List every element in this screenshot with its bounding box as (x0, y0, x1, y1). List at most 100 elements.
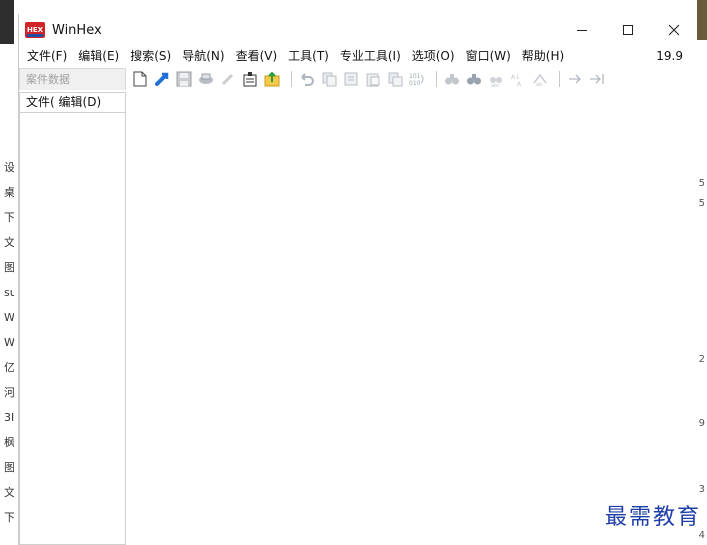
export-button[interactable] (263, 70, 281, 88)
bg-num: 9 (698, 418, 705, 429)
background-window-left-dark (0, 0, 14, 44)
svg-text:ab: ab (536, 82, 542, 87)
cut-icon (344, 72, 358, 86)
bg-num: 5 (698, 178, 705, 189)
open-file-button[interactable] (153, 70, 171, 88)
version-label: 19.9 (656, 49, 683, 63)
bg-num: 2 (698, 354, 705, 365)
bg-char: 设 (4, 161, 14, 174)
find-next-button[interactable]: ab (531, 70, 549, 88)
pen-icon (221, 73, 234, 86)
bg-char: 桌 (4, 186, 14, 199)
bg-char: 枫 (4, 436, 14, 449)
svg-text:A: A (517, 81, 522, 87)
save-icon (176, 71, 192, 87)
case-tree[interactable] (20, 113, 125, 544)
undo-icon (301, 73, 314, 86)
menu-file[interactable]: 文件(F) (23, 46, 71, 66)
export-icon (264, 71, 280, 87)
minimize-icon (577, 29, 587, 31)
menu-bar: 文件(F) 编辑(E) 搜索(S) 导航(N) 查看(V) 工具(T) 专业工具… (19, 46, 697, 66)
background-left-chars: 设 桌 下 文 图 su W W 亿 河 3I 枫 图 文 下 (4, 160, 14, 526)
bg-char: 文 (4, 486, 14, 499)
find-next-icon: ab (533, 73, 547, 87)
panel-menu-file[interactable]: 文件( (26, 95, 55, 109)
panel-menu-edit[interactable]: 编辑(D) (59, 95, 102, 109)
menu-edit[interactable]: 编辑(E) (74, 46, 123, 66)
binary-icon: 101010 (409, 73, 424, 87)
svg-text:A↓: A↓ (511, 74, 520, 81)
menu-specialist-tools[interactable]: 专业工具(I) (336, 46, 405, 66)
menu-tools[interactable]: 工具(T) (284, 46, 333, 66)
window-controls (559, 14, 697, 46)
bg-char: W (4, 336, 14, 349)
menu-window[interactable]: 窗口(W) (462, 46, 515, 66)
bg-char: 下 (4, 211, 14, 224)
paste-button[interactable] (364, 70, 382, 88)
properties-button[interactable] (241, 70, 259, 88)
binoculars-icon (445, 74, 459, 85)
bg-char: 图 (4, 461, 14, 474)
undo-button[interactable] (298, 70, 316, 88)
new-file-button[interactable] (131, 70, 149, 88)
replace-hex-icon: A↓A (511, 74, 522, 87)
menu-navigation[interactable]: 导航(N) (178, 46, 228, 66)
bg-char: W (4, 311, 14, 324)
arrow-right-icon (569, 74, 581, 84)
bg-char: 下 (4, 511, 14, 524)
bg-char: 亿 (4, 361, 14, 374)
maximize-button[interactable] (605, 14, 651, 46)
properties-icon (243, 72, 257, 87)
close-button[interactable] (651, 14, 697, 46)
case-data-panel: 文件( 编辑(D) (19, 92, 126, 545)
cut-button[interactable] (342, 70, 360, 88)
svg-text:010: 010 (409, 80, 421, 87)
minimize-button[interactable] (559, 14, 605, 46)
bg-char: 河 (4, 386, 14, 399)
find-hex-button[interactable] (465, 70, 483, 88)
maximize-icon (623, 25, 633, 35)
menu-view[interactable]: 查看(V) (232, 46, 282, 66)
replace-icon: abc (490, 77, 502, 87)
paste-special-button[interactable] (386, 70, 404, 88)
menu-search[interactable]: 搜索(S) (126, 46, 175, 66)
svg-text:abc: abc (491, 83, 500, 87)
copy-icon (322, 72, 337, 87)
go-end-button[interactable] (588, 70, 606, 88)
toolbar-separator (291, 71, 292, 87)
binoculars-hex-icon (467, 74, 481, 85)
bg-num: 3 (698, 484, 705, 495)
new-file-icon (133, 71, 147, 87)
toolbar-separator (559, 71, 560, 87)
arrow-right-end-icon (590, 74, 604, 84)
binary-button[interactable]: 101 010 (408, 70, 426, 88)
toolbar-separator (436, 71, 437, 87)
bg-num: 5 (698, 198, 705, 209)
svg-text:101: 101 (409, 73, 421, 80)
winhex-window: HEX WinHex 文件(F) 编辑(E) 搜索(S) 导航(N) 查看(V)… (18, 14, 697, 545)
bg-char: su (4, 286, 14, 299)
workspace-area[interactable] (127, 92, 697, 545)
edit-button[interactable] (219, 70, 237, 88)
bg-char: 图 (4, 261, 14, 274)
watermark-text: 最需教育 (604, 505, 701, 530)
menu-options[interactable]: 选项(O) (408, 46, 459, 66)
menu-help[interactable]: 帮助(H) (518, 46, 568, 66)
case-data-tab[interactable]: 案件数据 (19, 68, 126, 90)
close-icon (668, 24, 680, 36)
save-button[interactable] (175, 70, 193, 88)
bg-num: 4 (698, 530, 705, 541)
find-text-button[interactable] (443, 70, 461, 88)
title-bar[interactable]: HEX WinHex (19, 14, 697, 46)
panel-menu-bar: 文件( 编辑(D) (20, 93, 125, 113)
paste-icon (366, 73, 380, 87)
winhex-app-icon: HEX (25, 22, 45, 38)
print-button[interactable] (197, 70, 215, 88)
toolbar: 101 010 abc A↓ A ab (131, 68, 610, 90)
replace-hex-button[interactable]: A↓ A (509, 70, 527, 88)
replace-text-button[interactable]: abc (487, 70, 505, 88)
print-icon (199, 73, 213, 84)
open-file-icon (155, 72, 169, 86)
go-forward-button[interactable] (566, 70, 584, 88)
copy-button[interactable] (320, 70, 338, 88)
